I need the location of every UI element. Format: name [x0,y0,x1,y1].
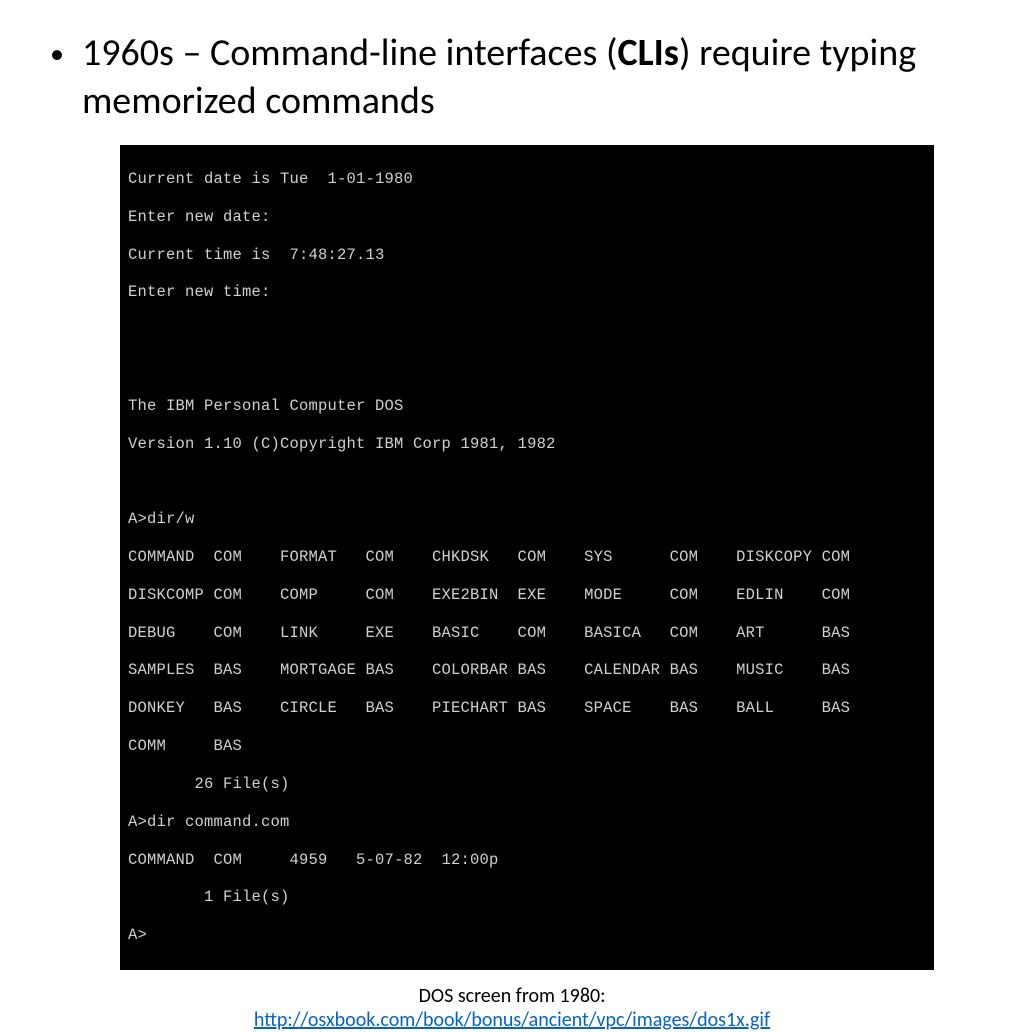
term-line: DONKEY BAS CIRCLE BAS PIECHART BAS SPACE… [128,699,924,718]
term-line: COMM BAS [128,737,924,756]
term-line: A>dir/w [128,510,924,529]
term-line: COMMAND COM 4959 5-07-82 12:00p [128,851,924,870]
term-line [128,472,924,491]
caption-text: DOS screen from 1980: [419,984,606,1008]
term-line: Version 1.10 (C)Copyright IBM Corp 1981,… [128,435,924,454]
term-line: COMMAND COM FORMAT COM CHKDSK COM SYS CO… [128,548,924,567]
term-line: 1 File(s) [128,888,924,907]
term-line: A>dir command.com [128,813,924,832]
term-line: Current time is 7:48:27.13 [128,246,924,265]
term-line [128,321,924,340]
bullet-text: 1960s – Command-line interfaces (CLIs) r… [82,30,994,125]
term-line: A> [128,926,924,945]
term-line: Enter new time: [128,283,924,302]
slide-bullet: • 1960s – Command-line interfaces (CLIs)… [30,30,994,125]
caption-link[interactable]: http://osxbook.com/book/bonus/ancient/vp… [254,1008,770,1032]
bullet-bold: CLIs [617,30,678,76]
term-line [128,359,924,378]
terminal-screenshot: Current date is Tue 1-01-1980 Enter new … [120,145,934,970]
term-line: The IBM Personal Computer DOS [128,397,924,416]
term-line: Enter new date: [128,208,924,227]
term-line: SAMPLES BAS MORTGAGE BAS COLORBAR BAS CA… [128,661,924,680]
caption: DOS screen from 1980: http://osxbook.com… [30,984,994,1032]
term-line: 26 File(s) [128,775,924,794]
bullet-prefix: 1960s – Command-line interfaces ( [82,30,618,76]
term-line: DEBUG COM LINK EXE BASIC COM BASICA COM … [128,624,924,643]
term-line: DISKCOMP COM COMP COM EXE2BIN EXE MODE C… [128,586,924,605]
term-line: Current date is Tue 1-01-1980 [128,170,924,189]
bullet-marker: • [50,36,64,71]
